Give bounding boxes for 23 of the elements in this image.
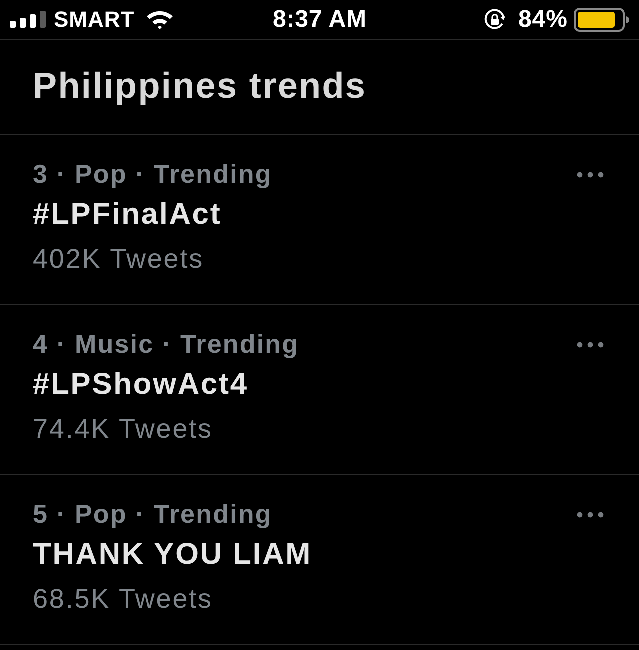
tweet-count: 68.5K Tweets [33,583,213,615]
trend-item[interactable]: 4 · Music · Trending #LPShowAct4 74.4K Tweets [0,305,639,475]
wifi-icon [146,9,174,30]
tweet-count: 402K Tweets [33,243,204,275]
more-icon[interactable] [577,512,604,518]
trend-item[interactable]: 5 · Pop · Trending THANK YOU LIAM 68.5K Tweets [0,475,639,645]
trend-name: THANK YOU LIAM [33,537,312,573]
signal-bars-icon [10,11,48,28]
page-title: Philippines trends [33,65,367,107]
battery-percentage: 84% [518,6,568,34]
trend-name: #LPFinalAct [33,197,222,233]
tweet-count: 74.4K Tweets [33,413,213,445]
more-icon[interactable] [577,172,604,178]
rotation-lock-icon [484,8,506,30]
trend-category: 3 · Pop · Trending [33,158,272,190]
trend-category: 4 · Music · Trending [33,328,300,360]
battery-icon [574,8,629,32]
carrier-name: SMART [54,6,135,32]
status-time: 8:37 AM [273,6,367,34]
more-icon[interactable] [577,342,604,348]
trend-name: #LPShowAct4 [33,367,248,403]
trend-item[interactable]: 3 · Pop · Trending #LPFinalAct 402K Tweets [0,135,639,305]
trend-category: 5 · Pop · Trending [33,498,272,530]
